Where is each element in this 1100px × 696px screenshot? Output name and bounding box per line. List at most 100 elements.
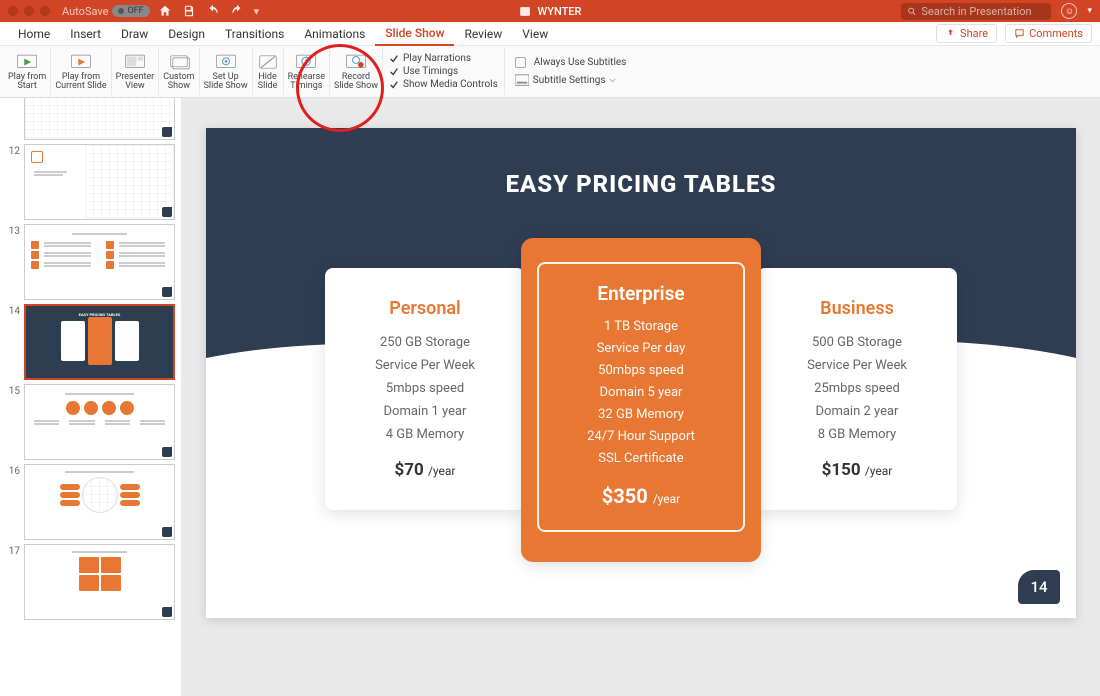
presenter-view-button[interactable]: Presenter View (112, 48, 160, 95)
search-input[interactable] (921, 5, 1045, 18)
user-dropdown-icon[interactable]: ▾ (1087, 6, 1092, 16)
plan-feature: 4 GB Memory (345, 427, 505, 442)
plan-feature: 50mbps speed (551, 363, 731, 378)
checkbox-label: Show Media Controls (403, 79, 498, 90)
tab-transitions[interactable]: Transitions (215, 23, 294, 45)
record-icon (345, 52, 367, 72)
thumbnail-number: 16 (6, 464, 20, 477)
slide-thumbnail-13[interactable] (24, 224, 175, 300)
pricing-card-enterprise[interactable]: Enterprise 1 TB Storage Service Per day … (521, 238, 761, 562)
tab-view[interactable]: View (512, 23, 558, 45)
thumbnail-row: 14 EASY PRICING TABLES (0, 302, 181, 382)
play-from-start-button[interactable]: Play from Start (4, 48, 51, 95)
share-label: Share (960, 27, 988, 40)
record-slideshow-button[interactable]: Record Slide Show (330, 48, 383, 95)
slide-thumbnail-14[interactable]: EASY PRICING TABLES (24, 304, 175, 380)
custom-show-icon (168, 52, 190, 72)
subtitle-icon (515, 74, 529, 86)
share-icon (945, 28, 956, 39)
tab-review[interactable]: Review (454, 23, 512, 45)
thumbnail-row: 15 (0, 382, 181, 462)
share-button[interactable]: Share (936, 24, 997, 43)
plan-feature: Service Per Week (777, 358, 937, 373)
close-window-button[interactable] (8, 6, 18, 16)
plan-price: $150 /year (777, 460, 937, 480)
plan-feature: 25mbps speed (777, 381, 937, 396)
search-box[interactable] (901, 3, 1051, 20)
thumbnail-number: 17 (6, 544, 20, 557)
pricing-card-business[interactable]: Business 500 GB Storage Service Per Week… (757, 268, 957, 510)
always-subtitles-checkbox[interactable]: Always Use Subtitles (515, 57, 627, 68)
slide-thumbnail-11[interactable] (24, 98, 175, 140)
window-controls (8, 6, 50, 16)
redo-icon[interactable] (230, 4, 244, 18)
ribbon: Play from Start Play from Current Slide … (0, 46, 1100, 98)
plan-feature: Domain 5 year (551, 385, 731, 400)
user-account-button[interactable]: ☺ (1061, 3, 1077, 19)
plan-feature: Service Per Week (345, 358, 505, 373)
tab-insert[interactable]: Insert (60, 23, 111, 45)
undo-icon[interactable] (206, 4, 220, 18)
play-from-current-icon (70, 52, 92, 72)
quick-access-toolbar: ▾ (158, 4, 260, 18)
check-icon (389, 54, 399, 64)
ribbon-label: Hide Slide (258, 73, 278, 92)
plan-name: Personal (345, 298, 505, 319)
pricing-card-personal[interactable]: Personal 250 GB Storage Service Per Week… (325, 268, 525, 510)
plan-feature: 32 GB Memory (551, 407, 731, 422)
slide-thumbnail-16[interactable] (24, 464, 175, 540)
minimize-window-button[interactable] (24, 6, 34, 16)
tab-slide-show[interactable]: Slide Show (375, 22, 454, 46)
slide-thumbnail-12[interactable] (24, 144, 175, 220)
document-title: WYNTER (519, 5, 582, 18)
subtitle-settings-button[interactable]: Subtitle Settings ⌵ (515, 74, 627, 86)
ribbon-label: Presenter View (116, 73, 155, 92)
custom-show-button[interactable]: Custom Show (159, 48, 199, 95)
ribbon-label: Play from Start (8, 73, 46, 92)
ribbon-label: Set Up Slide Show (204, 73, 248, 92)
show-media-checkbox[interactable]: Show Media Controls (389, 79, 498, 90)
tab-draw[interactable]: Draw (111, 23, 158, 45)
play-narrations-checkbox[interactable]: Play Narrations (389, 53, 498, 64)
use-timings-checkbox[interactable]: Use Timings (389, 66, 498, 77)
tab-animations[interactable]: Animations (294, 23, 375, 45)
plan-name: Business (777, 298, 937, 319)
hide-slide-button[interactable]: Hide Slide (253, 48, 284, 95)
tab-home[interactable]: Home (8, 23, 60, 45)
comments-button[interactable]: Comments (1005, 24, 1092, 43)
thumbnail-row: 17 (0, 542, 181, 622)
qat-dropdown-icon[interactable]: ▾ (254, 5, 260, 18)
ribbon-label: Play from Current Slide (55, 73, 106, 92)
plan-feature: Domain 2 year (777, 404, 937, 419)
ribbon-label: Custom Show (163, 73, 194, 92)
subtitle-settings-label: Subtitle Settings (533, 75, 606, 86)
thumbnail-row (0, 98, 181, 142)
pricing-row: Personal 250 GB Storage Service Per Week… (206, 268, 1076, 562)
thumbnail-row: 16 (0, 462, 181, 542)
tab-design[interactable]: Design (158, 23, 215, 45)
comments-icon (1014, 28, 1025, 39)
rehearse-timings-button[interactable]: Rehearse Timings (284, 48, 330, 95)
thumbnail-row: 13 (0, 222, 181, 302)
checkbox-label: Always Use Subtitles (534, 57, 627, 68)
slide-canvas[interactable]: EASY PRICING TABLES Personal 250 GB Stor… (206, 128, 1076, 618)
home-icon[interactable] (158, 4, 172, 18)
main-area: 12 13 14 (0, 98, 1100, 696)
slide-thumbnail-15[interactable] (24, 384, 175, 460)
document-title-text: WYNTER (538, 5, 582, 18)
maximize-window-button[interactable] (40, 6, 50, 16)
slide-canvas-area[interactable]: EASY PRICING TABLES Personal 250 GB Stor… (182, 98, 1100, 696)
setup-slideshow-button[interactable]: Set Up Slide Show (200, 48, 253, 95)
ribbon-label: Record Slide Show (334, 73, 378, 92)
plan-feature: Domain 1 year (345, 404, 505, 419)
play-from-start-icon (16, 52, 38, 72)
slide-thumbnail-17[interactable] (24, 544, 175, 620)
plan-feature: 500 GB Storage (777, 335, 937, 350)
slide-thumbnails-panel[interactable]: 12 13 14 (0, 98, 182, 696)
autosave-toggle[interactable]: AutoSave OFF (62, 5, 150, 18)
thumbnail-number: 13 (6, 224, 20, 237)
save-icon[interactable] (182, 4, 196, 18)
slide-title[interactable]: EASY PRICING TABLES (206, 170, 1076, 198)
play-from-current-button[interactable]: Play from Current Slide (51, 48, 111, 95)
slide-page-number: 14 (1018, 570, 1060, 604)
